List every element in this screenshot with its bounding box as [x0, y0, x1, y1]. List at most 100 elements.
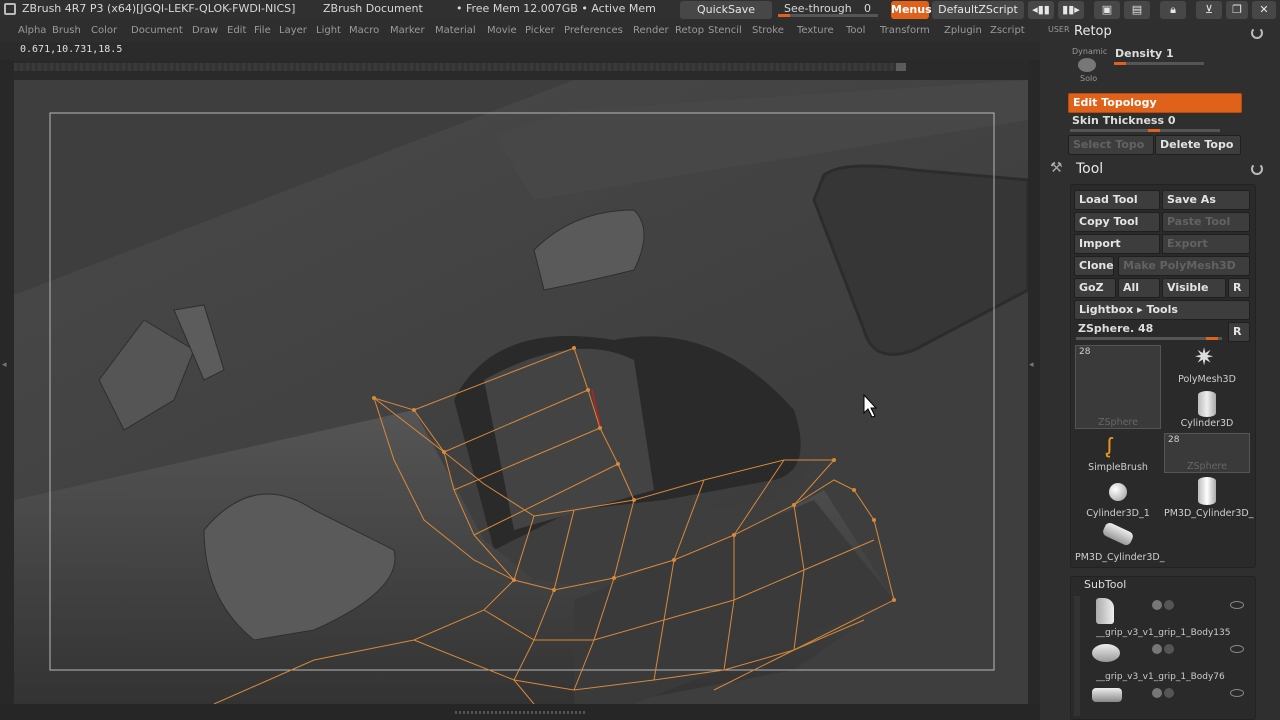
canvas-viewport[interactable]: [14, 80, 1028, 704]
lock-icon[interactable]: 🔒︎: [1160, 1, 1186, 19]
cylinder-icon: [1198, 391, 1216, 417]
tool-tile-simplebrush[interactable]: ᶘ SimpleBrush: [1075, 433, 1161, 473]
zsphere-slider-label: ZSphere. 48: [1078, 322, 1154, 335]
dynamic-solo-button[interactable]: Dynamic Solo: [1070, 46, 1107, 86]
polymesh-star-icon: ✷: [1194, 343, 1215, 371]
left-shelf: ◂: [0, 60, 14, 720]
subtool-toggle-icon[interactable]: [1152, 644, 1162, 654]
menu-transform[interactable]: Transform: [880, 25, 930, 36]
layout-a-icon[interactable]: ▣: [1094, 1, 1120, 19]
tool-tile-pm3d-cylinder3d[interactable]: PM3D_Cylinder3D_: [1164, 477, 1253, 519]
menu-file[interactable]: File: [254, 25, 271, 36]
menu-macro[interactable]: Macro: [349, 25, 379, 36]
edit-topology-button[interactable]: Edit Topology: [1068, 93, 1242, 113]
goz-all-button[interactable]: All: [1118, 278, 1160, 298]
subtool-item[interactable]: __grip_v3_v1_grip_1_Body135: [1084, 594, 1254, 638]
default-zscript-button[interactable]: DefaultZScript: [932, 1, 1024, 19]
cylinder-icon: [1198, 477, 1216, 505]
skin-thickness-label: Skin Thickness 0: [1072, 114, 1176, 127]
tool-tile-zsphere[interactable]: 28 ZSphere: [1075, 345, 1161, 429]
subtool-item[interactable]: __grip_v3_v1_grip_1_Body76: [1084, 638, 1254, 682]
menus-button[interactable]: Menus: [891, 1, 932, 19]
horizontal-scrollbar[interactable]: [14, 63, 906, 71]
subtool-item[interactable]: [1084, 682, 1254, 718]
menu-marker[interactable]: Marker: [390, 25, 425, 36]
tool-slider[interactable]: [1076, 337, 1222, 340]
paste-tool-button[interactable]: Paste Tool: [1162, 212, 1250, 232]
menu-material[interactable]: Material: [435, 25, 476, 36]
clone-button[interactable]: Clone: [1074, 256, 1114, 276]
see-through-slider[interactable]: [778, 14, 878, 17]
goz-visible-button[interactable]: Visible: [1162, 278, 1226, 298]
menu-picker[interactable]: Picker: [525, 25, 555, 36]
right-shelf-arrow-icon[interactable]: ◂: [1029, 360, 1034, 370]
menu-light[interactable]: Light: [316, 25, 341, 36]
retop-reset-icon[interactable]: [1251, 27, 1263, 39]
subtool-toggle-icon[interactable]: [1164, 644, 1174, 654]
visibility-eye-icon[interactable]: [1230, 645, 1244, 653]
tool-tile-pm3d-cylinder3d-2[interactable]: PM3D_Cylinder3D_: [1075, 521, 1164, 563]
prev-layout-icon[interactable]: ◂▮▮: [1028, 1, 1054, 19]
goz-button[interactable]: GoZ: [1074, 278, 1116, 298]
tool-tile-cylinder3d[interactable]: Cylinder3D: [1164, 389, 1250, 429]
left-shelf-arrow-icon[interactable]: ◂: [2, 360, 7, 370]
menu-texture[interactable]: Texture: [797, 25, 834, 36]
menu-preferences[interactable]: Preferences: [564, 25, 623, 36]
visibility-eye-icon[interactable]: [1230, 601, 1244, 609]
menu-color[interactable]: Color: [91, 25, 117, 36]
tool-title[interactable]: Tool: [1076, 161, 1103, 177]
minimize-icon[interactable]: ⊻: [1196, 1, 1222, 19]
tool-reset-icon[interactable]: [1251, 163, 1263, 175]
menu-tool[interactable]: Tool: [846, 25, 865, 36]
menu-layer[interactable]: Layer: [279, 25, 307, 36]
skin-thickness-slider[interactable]: [1070, 129, 1220, 132]
visibility-eye-icon[interactable]: [1230, 689, 1244, 697]
delete-topo-button[interactable]: Delete Topo: [1155, 135, 1241, 155]
menu-draw[interactable]: Draw: [192, 25, 218, 36]
subtool-title[interactable]: SubTool: [1084, 578, 1126, 591]
simplebrush-icon: ᶘ: [1107, 434, 1112, 459]
model-render[interactable]: [14, 80, 1028, 704]
menu-movie[interactable]: Movie: [487, 25, 517, 36]
layout-b-icon[interactable]: ▤: [1124, 1, 1150, 19]
tool-tile-polymesh3d[interactable]: ✷ PolyMesh3D: [1164, 343, 1250, 385]
select-topo-button[interactable]: Select Topo: [1068, 135, 1154, 155]
make-polymesh-button[interactable]: Make PolyMesh3D: [1118, 256, 1250, 276]
subtool-toggle-icon[interactable]: [1164, 600, 1174, 610]
subtool-scrollbar[interactable]: [1074, 596, 1080, 716]
tool-tile-cylinder3d-1[interactable]: Cylinder3D_1: [1075, 477, 1161, 519]
next-layout-icon[interactable]: ▮▮▸: [1058, 1, 1084, 19]
density-slider[interactable]: [1114, 62, 1204, 65]
menu-zscript[interactable]: Zscript: [990, 25, 1025, 36]
tool-tile-zsphere-2[interactable]: 28 ZSphere: [1164, 433, 1250, 473]
import-button[interactable]: Import: [1074, 234, 1160, 254]
subtool-toggle-icon[interactable]: [1152, 688, 1162, 698]
subtool-toggle-icon[interactable]: [1152, 600, 1162, 610]
tool-slider-r-button[interactable]: R: [1228, 322, 1250, 342]
solo-label: Solo: [1080, 74, 1098, 83]
menu-stencil[interactable]: Stencil: [708, 25, 742, 36]
export-button[interactable]: Export: [1162, 234, 1250, 254]
menu-zplugin[interactable]: Zplugin: [944, 25, 982, 36]
quicksave-button[interactable]: QuickSave: [680, 1, 772, 19]
menu-retop[interactable]: Retop: [675, 25, 704, 36]
restore-icon[interactable]: ❐: [1226, 1, 1248, 19]
copy-tool-button[interactable]: Copy Tool: [1074, 212, 1160, 232]
menu-document[interactable]: Document: [131, 25, 183, 36]
coordinate-bar: 0.671,10.731,18.5: [0, 42, 1040, 60]
retop-title[interactable]: Retop: [1074, 24, 1112, 39]
close-icon[interactable]: ✕: [1252, 1, 1276, 19]
load-tool-button[interactable]: Load Tool: [1074, 190, 1160, 210]
subtool-thumb-icon: [1092, 644, 1120, 662]
menu-render[interactable]: Render: [633, 25, 669, 36]
goz-r-button[interactable]: R: [1228, 278, 1250, 298]
menu-stroke[interactable]: Stroke: [752, 25, 784, 36]
menu-edit[interactable]: Edit: [227, 25, 246, 36]
bottom-shelf-handle[interactable]: [455, 711, 585, 714]
save-as-button[interactable]: Save As: [1162, 190, 1250, 210]
menu-alpha[interactable]: Alpha: [18, 25, 46, 36]
subtool-toggle-icon[interactable]: [1164, 688, 1174, 698]
menu-brush[interactable]: Brush: [52, 25, 81, 36]
scrollbar-thumb[interactable]: [896, 63, 906, 71]
lightbox-tools-button[interactable]: Lightbox ▸ Tools: [1074, 300, 1250, 320]
